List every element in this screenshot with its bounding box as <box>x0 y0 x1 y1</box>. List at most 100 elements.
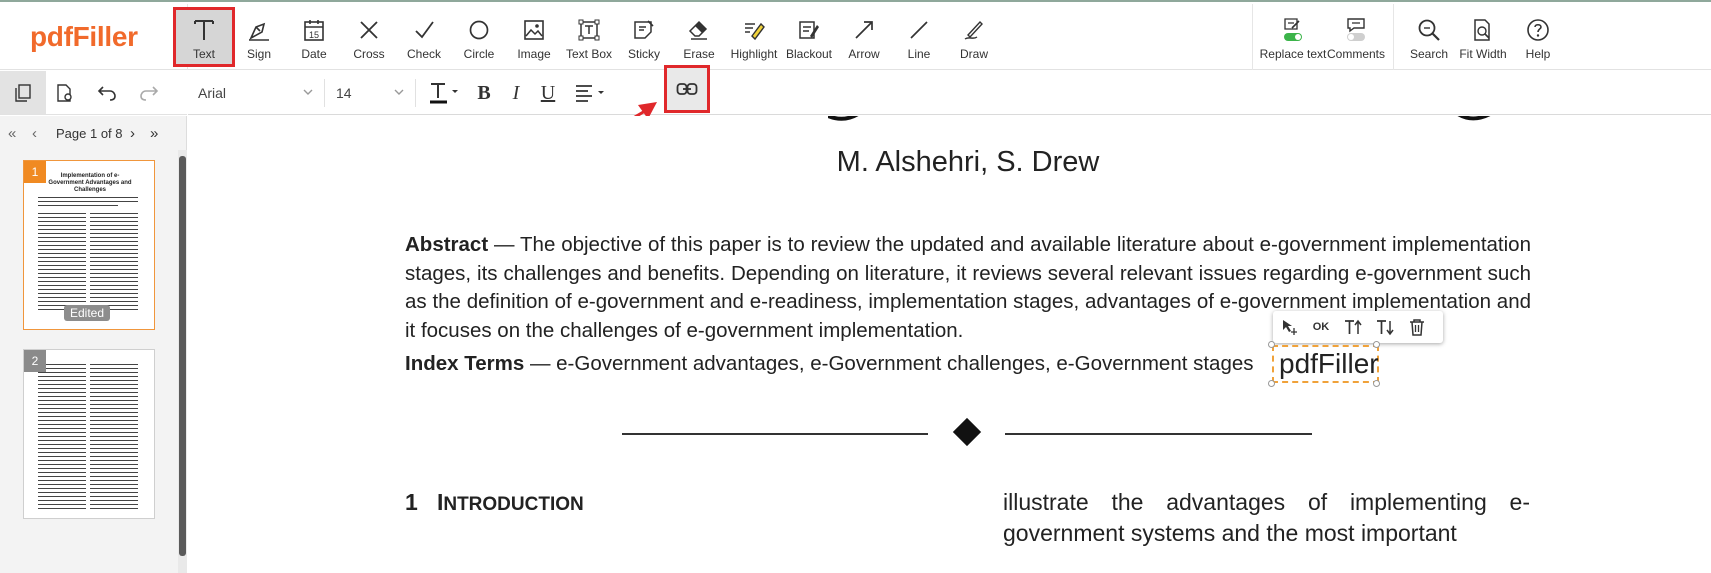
separator-diamond <box>952 417 982 447</box>
tool-erase-button[interactable]: Erase <box>677 7 721 67</box>
text-edit-mini-toolbar: OK <box>1273 311 1443 343</box>
tool-label: Arrow <box>848 47 880 61</box>
redo-button[interactable] <box>126 71 172 114</box>
tool-label: Line <box>907 47 931 61</box>
font-family-select[interactable]: Arial <box>188 79 325 107</box>
thumb-text-line <box>38 201 138 202</box>
resize-handle[interactable] <box>1268 380 1275 387</box>
font-size-up-icon <box>1345 319 1362 334</box>
divider <box>1393 4 1394 70</box>
help-button[interactable]: Help <box>1516 7 1560 67</box>
undo-button[interactable] <box>84 71 130 114</box>
thumbnail-title: Implementation of e-Government Advantage… <box>48 173 132 193</box>
check-icon <box>413 15 435 45</box>
ok-button[interactable]: OK <box>1305 311 1337 343</box>
text-box-icon <box>578 15 600 45</box>
section-rest: NTRODUCTION <box>443 494 584 515</box>
underline-button[interactable]: U <box>532 77 564 109</box>
trash-icon <box>1410 319 1424 336</box>
pages-panel-button[interactable] <box>0 71 46 114</box>
tool-label: Sign <box>246 47 272 61</box>
page-number-badge: 2 <box>24 350 46 372</box>
thumb-column <box>38 213 86 313</box>
prev-page-icon[interactable]: ‹ <box>32 125 37 142</box>
first-page-icon[interactable]: « <box>8 125 16 142</box>
italic-button[interactable]: I <box>500 77 532 109</box>
decrease-font-button[interactable] <box>1369 311 1401 343</box>
tool-arrow-button[interactable]: Arrow <box>842 7 886 67</box>
edited-badge: Edited <box>64 305 111 321</box>
tool-blackout-button[interactable]: Blackout <box>784 7 834 67</box>
resize-handle[interactable] <box>1373 380 1380 387</box>
pages-icon <box>15 83 31 102</box>
sidebar-scrollbar-thumb[interactable] <box>179 156 186 556</box>
text-color-button[interactable] <box>422 77 466 109</box>
page-indicator: Page 1 of 8 <box>56 125 123 141</box>
fit-width-button[interactable]: Fit Width <box>1459 7 1507 67</box>
replace-text-toggle[interactable]: Replace text <box>1258 7 1328 67</box>
tool-label: Comments <box>1327 47 1386 61</box>
next-page-icon[interactable]: › <box>130 125 135 142</box>
insert-link-button[interactable] <box>664 65 710 113</box>
document-settings-button[interactable] <box>42 71 88 114</box>
page-thumbnail-2[interactable]: 2 <box>23 349 155 519</box>
tool-highlight-button[interactable]: Highlight <box>727 7 781 67</box>
tool-label: Erase <box>683 47 715 61</box>
increase-font-button[interactable] <box>1337 311 1369 343</box>
comments-toggle[interactable]: Comments <box>1327 7 1386 67</box>
tool-label: Highlight <box>730 47 778 61</box>
pencil-icon <box>963 15 985 45</box>
tool-text-box-button[interactable]: Text Box <box>562 7 616 67</box>
tool-label: Circle <box>463 47 495 61</box>
page-thumbnails-sidebar: « ‹ Page 1 of 8 › » Implementation of e-… <box>0 116 187 573</box>
resize-handle[interactable] <box>1373 341 1380 348</box>
chevron-down-icon <box>303 89 313 95</box>
section-number: 1 <box>405 489 418 515</box>
sidebar-toolbar <box>0 71 187 115</box>
index-terms: Index Terms — e-Government advantages, e… <box>405 352 1254 376</box>
delete-button[interactable] <box>1401 311 1433 343</box>
tool-draw-button[interactable]: Draw <box>952 7 996 67</box>
tool-label: Sticky <box>627 47 660 61</box>
index-terms-text: — e-Government advantages, e-Government … <box>524 352 1254 375</box>
body-column-right: illustrate the advantages of implementin… <box>1003 489 1530 546</box>
last-page-icon[interactable]: » <box>150 125 158 142</box>
pdf-editor-app: pdfFiller Text Sign 15 Date Cross Check … <box>0 0 1711 573</box>
thumb-column <box>90 213 138 313</box>
authors: M. Alshehri, S. Drew <box>836 146 1100 178</box>
tool-label: Image <box>517 47 551 61</box>
calendar-icon: 15 <box>303 15 325 45</box>
bold-button[interactable]: B <box>468 77 500 109</box>
tool-image-button[interactable]: Image <box>512 7 556 67</box>
page-thumbnail-1[interactable]: Implementation of e-Government Advantage… <box>23 160 155 330</box>
fit-width-icon <box>1472 15 1494 45</box>
move-button[interactable] <box>1273 311 1305 343</box>
tool-check-button[interactable]: Check <box>402 7 446 67</box>
logo: pdfFiller <box>30 21 138 52</box>
index-terms-label: Index Terms <box>405 352 525 375</box>
tool-sticky-button[interactable]: Sticky <box>622 7 666 67</box>
replace-text-toggle-icon <box>1281 15 1305 45</box>
document-canvas: M. Alshehri, S. Drew Abstract — The obje… <box>188 116 1711 573</box>
tool-text-button[interactable]: Text <box>173 7 235 67</box>
tool-line-button[interactable]: Line <box>897 7 941 67</box>
font-size-down-icon <box>1377 320 1394 336</box>
search-button[interactable]: Search <box>1405 7 1453 67</box>
svg-text:15: 15 <box>309 30 319 40</box>
tool-date-button[interactable]: 15 Date <box>292 7 336 67</box>
move-cursor-icon <box>1283 320 1297 335</box>
tool-circle-button[interactable]: Circle <box>457 7 501 67</box>
resize-handle[interactable] <box>1268 341 1275 348</box>
tool-label: Date <box>301 47 327 61</box>
abstract-label: Abstract <box>405 233 489 256</box>
text-edit-box[interactable]: pdfFiller <box>1272 345 1379 383</box>
tool-sign-button[interactable]: Sign <box>237 7 281 67</box>
tool-label: Blackout <box>785 47 833 61</box>
text-edit-content: pdfFiller <box>1279 348 1379 379</box>
highlighter-icon <box>743 15 765 45</box>
arrow-icon <box>853 15 875 45</box>
cross-icon <box>358 15 380 45</box>
font-size-select[interactable]: 14 <box>326 79 416 107</box>
pen-nib-icon <box>247 15 271 45</box>
tool-cross-button[interactable]: Cross <box>347 7 391 67</box>
